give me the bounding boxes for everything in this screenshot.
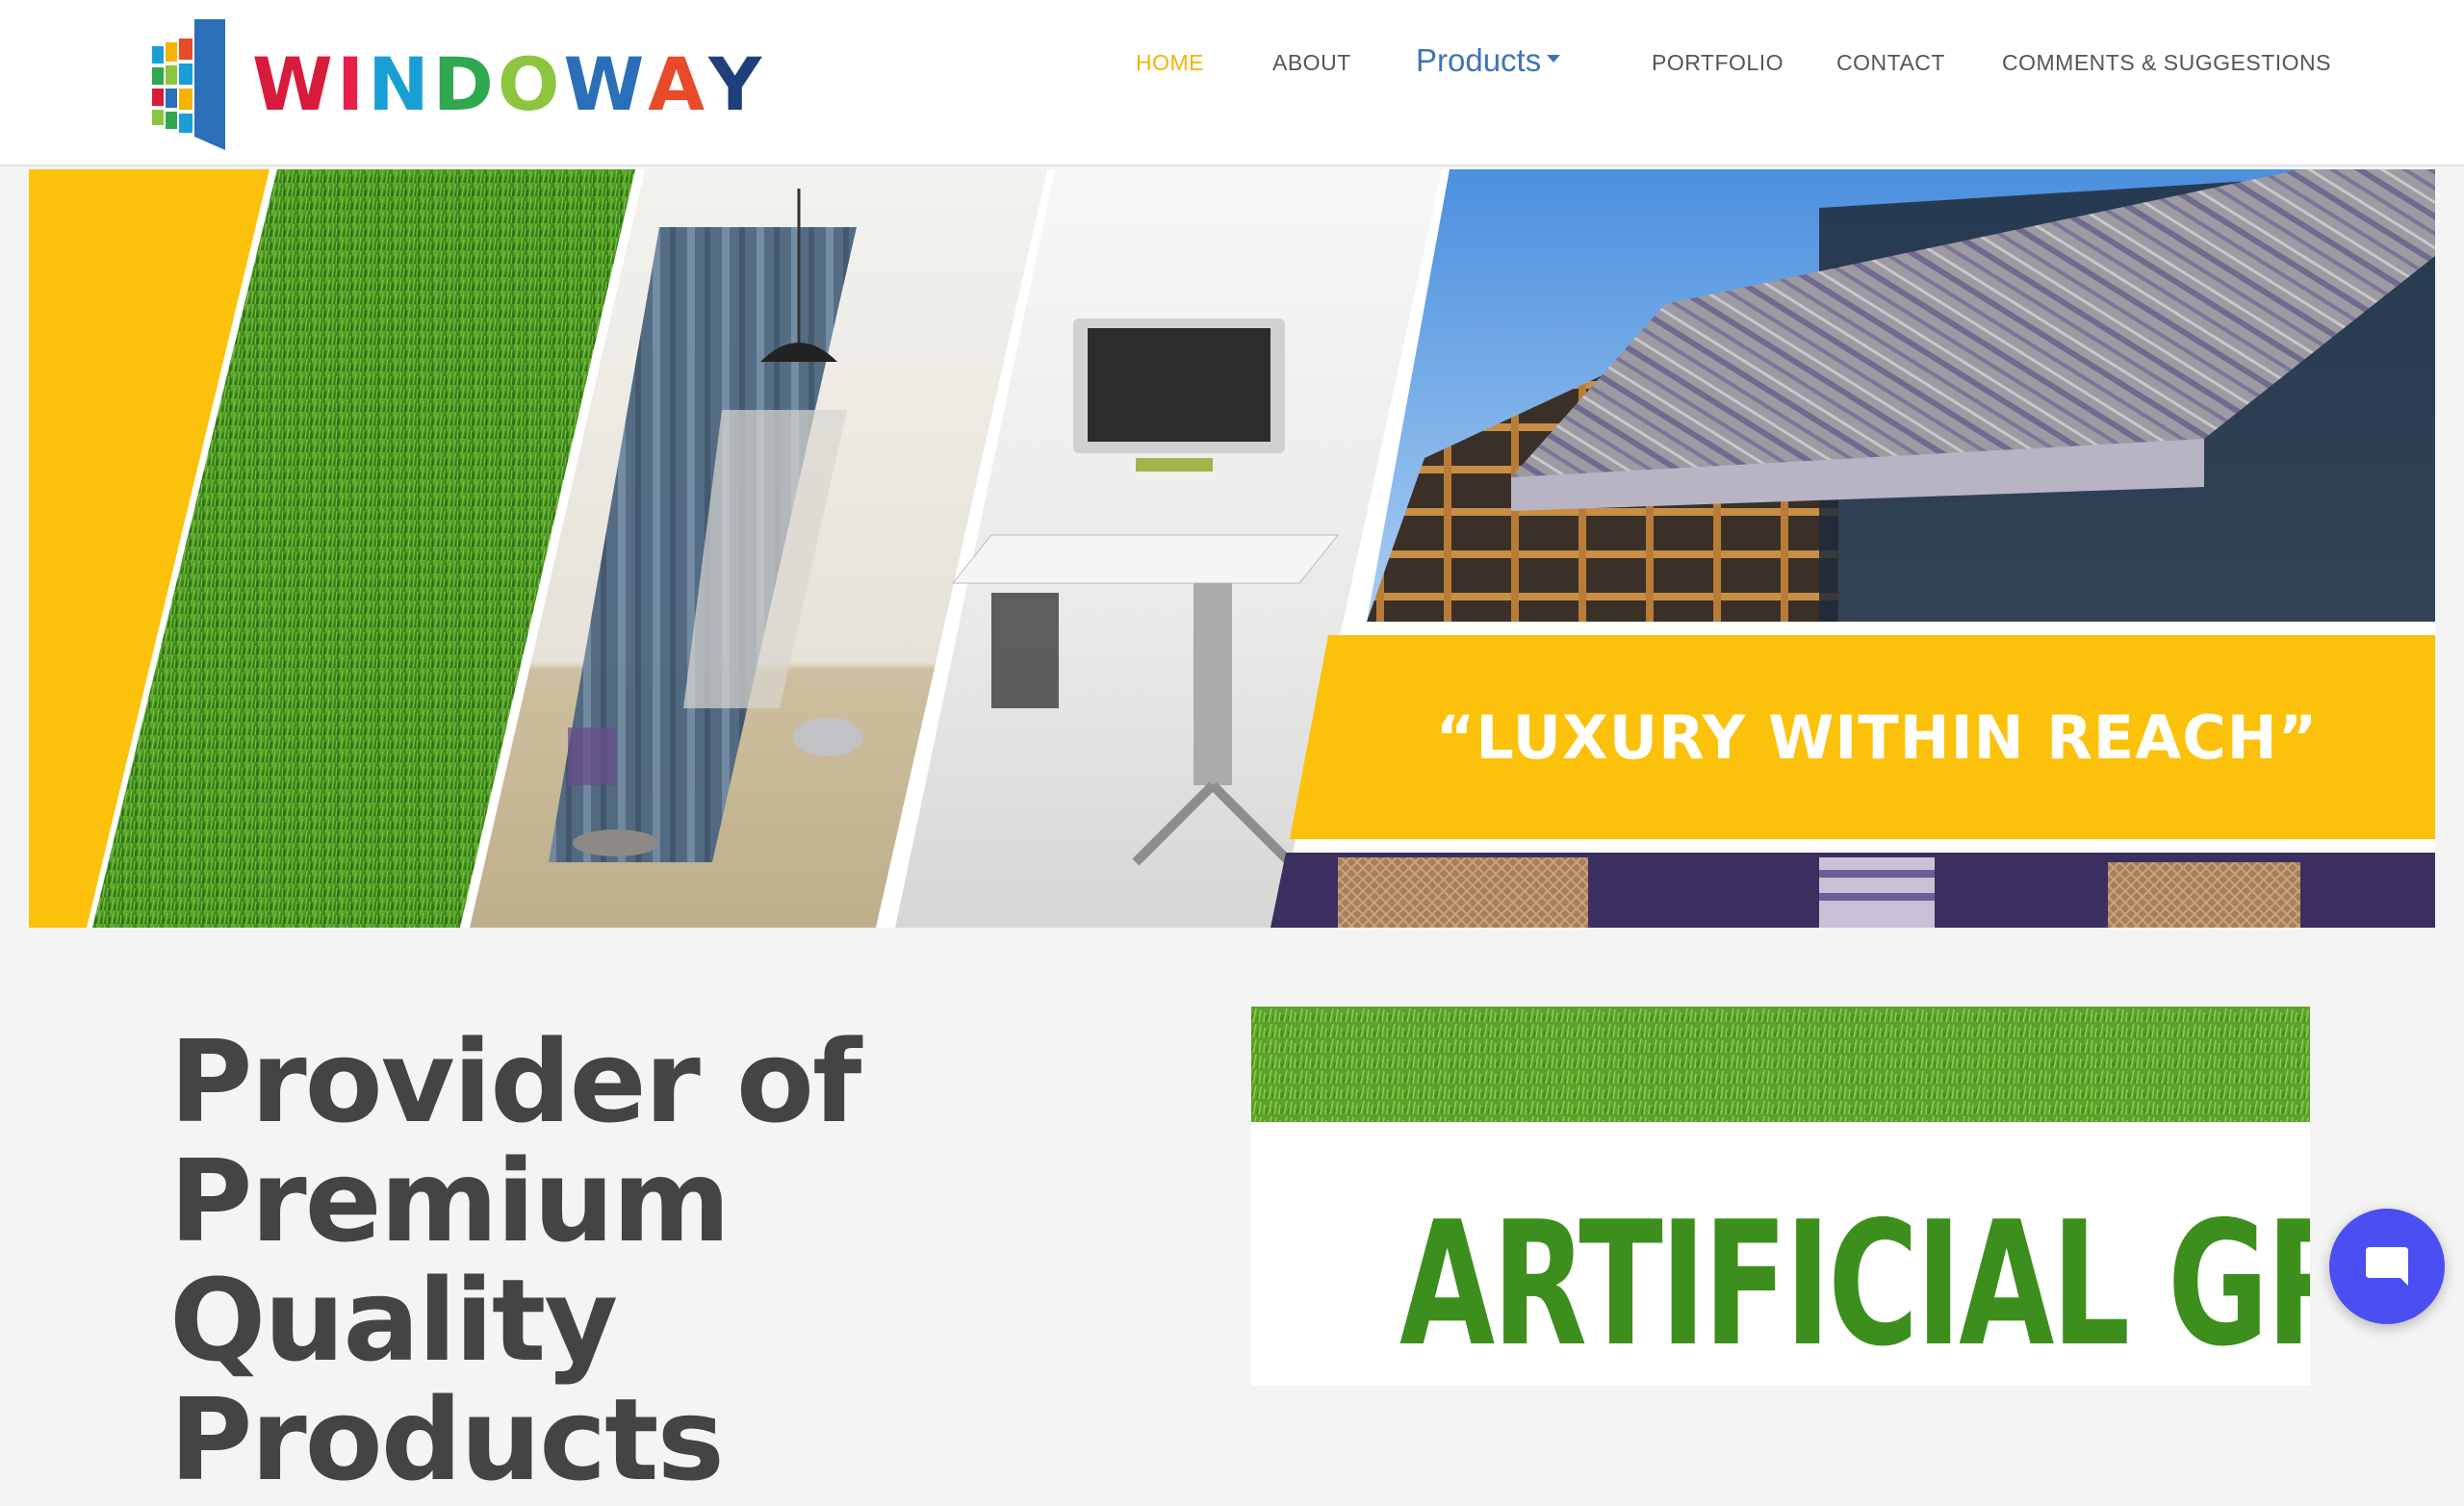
caret-down-icon: [1547, 55, 1561, 64]
page-title-line: Products: [169, 1373, 725, 1506]
patio-furniture-image: [1270, 853, 2435, 928]
brand-logo[interactable]: WINDOWAY: [152, 19, 765, 150]
hero-banner: “LUXURY WITHIN REACH”: [29, 169, 2435, 928]
brand-letter: W: [252, 41, 337, 127]
product-title: ARTIFICIAL GRASS: [1399, 1185, 2310, 1384]
nav-products-dropdown[interactable]: Products: [1416, 42, 1561, 79]
page-title-line: Premium Quality: [169, 1135, 731, 1387]
nav-home[interactable]: HOME: [1136, 50, 1204, 76]
product-card-artificial-grass[interactable]: ARTIFICIAL GRASS: [1251, 1007, 2310, 1386]
brand-letter: I: [336, 41, 369, 127]
brand-letter: D: [432, 41, 498, 127]
brand-name: WINDOWAY: [252, 48, 765, 121]
nav-about[interactable]: ABOUT: [1272, 50, 1351, 76]
main-nav: HOME ABOUT Products PORTFOLIO CONTACT CO…: [1107, 0, 2464, 129]
brand-letter: A: [648, 41, 709, 127]
page-title-line: Provider of: [169, 1015, 861, 1148]
brand-letter: W: [563, 41, 649, 127]
awning-image: [1367, 169, 2435, 622]
brand-letter: O: [497, 41, 564, 127]
site-header: WINDOWAY HOME ABOUT Products PORTFOLIO C…: [0, 0, 2464, 166]
banner-tagline: “LUXURY WITHIN REACH”: [1435, 702, 2319, 773]
page-title: Provider of Premium Quality Products: [169, 1022, 1190, 1499]
nav-contact[interactable]: CONTACT: [1836, 50, 1945, 76]
brand-letter: N: [368, 41, 433, 127]
brand-letter: Y: [708, 41, 766, 127]
nav-portfolio[interactable]: PORTFOLIO: [1652, 50, 1784, 76]
nav-comments-suggestions[interactable]: COMMENTS & SUGGESTIONS: [2002, 50, 2331, 76]
nav-products-label: Products: [1416, 42, 1542, 78]
chat-bubble-icon: [2366, 1247, 2408, 1286]
window-logo-icon: [152, 19, 225, 150]
grass-strip-image: [1251, 1007, 2310, 1122]
chat-launcher-button[interactable]: [2329, 1209, 2445, 1324]
